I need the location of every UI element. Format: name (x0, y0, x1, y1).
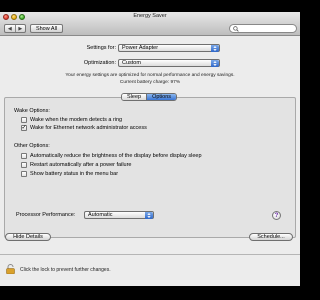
battery-charge-text: Current battery charge: 97% (119, 80, 181, 85)
optimization-value: Custom (122, 60, 141, 66)
processor-performance-value: Automatic (88, 212, 113, 218)
processor-performance-label: Processor Performance: (16, 212, 76, 218)
optimization-label: Optimization: (83, 60, 116, 66)
window-toolbar: Energy Saver ◀ ▶ Show All (0, 12, 300, 36)
search-field[interactable] (229, 24, 297, 33)
lock-instruction-text: Click the lock to prevent further change… (20, 267, 111, 273)
restart-after-power-failure-checkbox[interactable]: Restart automatically after a power fail… (21, 162, 132, 168)
wake-ethernet-checkbox[interactable]: ✓ Wake for Ethernet network administrato… (21, 125, 147, 131)
wake-ethernet-label: Wake for Ethernet network administrator … (30, 125, 147, 131)
energy-saver-window: Energy Saver ◀ ▶ Show All Settings for: … (0, 12, 300, 286)
checkbox-unchecked[interactable] (21, 117, 27, 123)
help-icon[interactable]: ? (272, 211, 281, 220)
lock-icon[interactable] (6, 264, 15, 274)
schedule-button[interactable]: Schedule... (249, 233, 293, 241)
settings-for-label: Settings for: (86, 45, 116, 51)
wake-modem-label: Wake when the modem detects a ring (30, 117, 123, 123)
tab-sleep[interactable]: Sleep (122, 94, 147, 100)
optimization-info: Your energy settings are optimized for n… (65, 73, 235, 78)
hide-details-button[interactable]: Hide Details (5, 233, 51, 241)
forward-arrow-icon[interactable]: ▶ (14, 25, 26, 32)
popup-arrows-icon (211, 60, 219, 67)
reduce-brightness-label: Automatically reduce the brightness of t… (30, 153, 202, 159)
settings-for-popup[interactable]: Power Adapter (118, 44, 220, 52)
checkbox-unchecked[interactable] (21, 162, 27, 168)
checkbox-unchecked[interactable] (21, 171, 27, 177)
show-all-button[interactable]: Show All (30, 24, 63, 33)
wake-options-heading: Wake Options: (14, 108, 50, 114)
checkbox-checked[interactable]: ✓ (21, 125, 27, 131)
reduce-brightness-checkbox[interactable]: Automatically reduce the brightness of t… (21, 153, 202, 159)
window-title: Energy Saver (133, 13, 167, 19)
wake-modem-checkbox[interactable]: Wake when the modem detects a ring (21, 117, 122, 123)
footer-divider (0, 254, 300, 255)
popup-arrows-icon (145, 212, 153, 219)
processor-performance-popup[interactable]: Automatic (84, 211, 154, 219)
back-forward-control: ◀ ▶ (4, 24, 26, 33)
popup-arrows-icon (211, 45, 219, 52)
tab-options[interactable]: Options (146, 94, 177, 100)
settings-for-value: Power Adapter (122, 45, 159, 51)
optimization-popup[interactable]: Custom (118, 59, 220, 67)
show-battery-status-label: Show battery status in the menu bar (30, 171, 119, 177)
other-options-heading: Other Options: (14, 143, 50, 149)
show-battery-status-checkbox[interactable]: Show battery status in the menu bar (21, 171, 118, 177)
tab-bar: Sleep Options (121, 93, 178, 101)
restart-after-power-failure-label: Restart automatically after a power fail… (30, 162, 132, 168)
search-icon (233, 25, 239, 32)
checkbox-unchecked[interactable] (21, 153, 27, 159)
back-arrow-icon[interactable]: ◀ (5, 25, 15, 32)
